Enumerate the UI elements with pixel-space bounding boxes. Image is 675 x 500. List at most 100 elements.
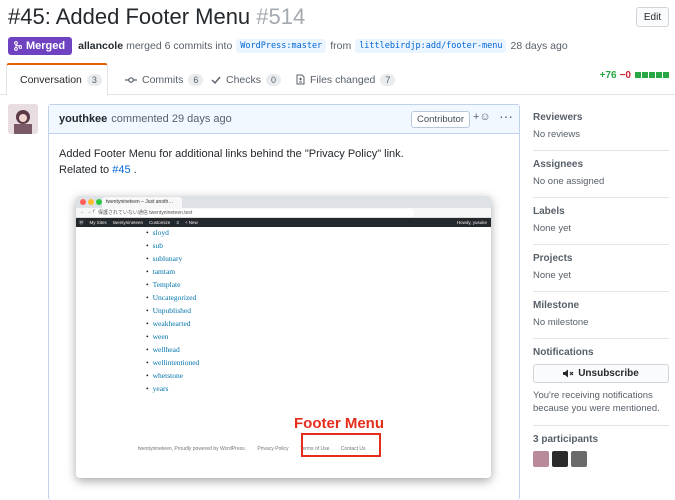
wp-bar-howdy: Howdy, yusuke [456,220,487,225]
unsubscribe-label: Unsubscribe [578,368,639,379]
comment-line-1: Added Footer Menu for additional links b… [59,148,404,160]
file-diff-icon [296,74,305,85]
browser-url: 保護されていない通信 twentynineteen.test [94,209,414,217]
base-branch[interactable]: WordPress:master [236,39,327,53]
issue-link[interactable]: #45 [112,164,130,176]
head-branch[interactable]: littlebirdjp:add/footer-menu [355,39,507,53]
avatar[interactable] [571,451,587,467]
footer-text: twentynineteen, Proudly powered by WordP… [138,446,247,452]
avatar[interactable] [552,451,568,467]
list-item: sub [146,239,199,252]
tab-label: Files changed [310,73,376,86]
sidebar-notifications: Notifications Unsubscribe You're receivi… [533,339,669,426]
list-item: sloyd [146,226,199,239]
comment-body: Added Footer Menu for additional links b… [49,134,519,190]
list-item: Template [146,278,199,291]
diffstat-bar [634,70,669,81]
participant-avatars [533,451,669,467]
tab-counter: 0 [266,73,282,86]
tab-counter: 7 [380,73,396,86]
sidebar-milestone[interactable]: Milestone No milestone [533,292,669,339]
contributor-badge: Contributor [411,111,470,128]
sidebar-title: Notifications [533,347,594,358]
checks-icon [211,76,221,84]
sidebar-assignees[interactable]: Assignees No one assigned [533,151,669,198]
sidebar-value: None yet [533,270,572,281]
avatar[interactable] [8,104,38,134]
merge-time: 28 days ago [510,40,568,52]
list-item: tamtam [146,265,199,278]
tab-counter: 3 [86,74,102,86]
more-options-icon[interactable]: ··· [499,108,513,124]
tab-files-changed[interactable]: Files changed 7 [288,63,403,96]
wp-bar-item: + New [184,220,198,225]
diffstat: +76 −0 [600,70,669,81]
commit-icon [125,76,137,83]
sidebar-title: Milestone [533,300,580,311]
tab-counter: 6 [188,73,204,86]
wp-bar-item: 3 [176,220,179,225]
sidebar-value: None yet [533,223,572,234]
additions-count: +76 [599,70,617,81]
sidebar-value: No reviews [533,129,580,140]
list-item: wellhead [146,343,199,356]
browser-urlbar: ← → ⟳ 保護されていない通信 twentynineteen.test [76,208,491,218]
browser-tab-title: twentynineteen – Just anoth… [102,197,182,208]
tab-checks[interactable]: Checks 0 [203,63,289,96]
tab-conversation[interactable]: Conversation 3 [6,63,108,96]
list-item: ween [146,330,199,343]
sidebar-labels[interactable]: Labels None yet [533,198,669,245]
tab-commits[interactable]: Commits 6 [117,63,211,96]
screenshot-link-list: sloyd sub sublunary tamtam Template Unca… [146,228,200,395]
footer-link: Privacy Policy [257,446,289,452]
tab-label: Conversation [20,74,82,86]
wp-bar-item: My Sites [89,220,107,225]
merge-icon [14,41,22,51]
footer-highlight-box [301,433,381,457]
merged-label: Merged [26,40,66,52]
sidebar-participants: 3 participants [533,426,669,475]
from-text: from [330,40,352,52]
comment-line-2: Related to #45 . [59,162,509,178]
sidebar-title: Assignees [533,159,584,170]
unsubscribe-button[interactable]: Unsubscribe [533,364,669,383]
wp-bar-item: Customize [149,220,171,225]
author-link[interactable]: allancole [78,40,123,52]
list-item: Uncategorized [146,291,199,304]
pr-meta: Merged allancole merged 6 commits into W… [8,37,568,55]
minimize-dot-icon [88,199,94,205]
list-item: wellintentioned [146,356,200,369]
comment-author[interactable]: youthkee [59,113,107,125]
list-item: weakhearted [146,317,199,330]
sidebar-projects[interactable]: Projects None yet [533,245,669,292]
embedded-screenshot[interactable]: twentynineteen – Just anoth… ← → ⟳ 保護されて… [76,196,491,478]
pr-title: #45: Added Footer Menu #514 [8,4,305,30]
tab-label: Commits [142,73,184,86]
avatar[interactable] [533,451,549,467]
related-text: Related to [59,164,110,176]
related-suffix: . [133,164,137,176]
list-item: sublunary [146,252,199,265]
sidebar-title: Labels [533,206,565,217]
merge-action-text: merged 6 commits into [126,40,233,52]
wp-bar-item: twentynineteen [112,220,144,225]
edit-button[interactable]: Edit [636,7,669,27]
sidebar: Reviewers No reviews Assignees No one as… [533,104,669,475]
list-item: Unpublished [146,304,199,317]
list-item: years [146,382,199,395]
sidebar-title: Reviewers [533,112,583,123]
pr-number: #514 [256,4,306,29]
sidebar-title: Projects [533,253,573,264]
notification-reason: You're receiving notifications because y… [533,390,660,414]
sidebar-reviewers[interactable]: Reviewers No reviews [533,104,669,151]
comment-time: commented 29 days ago [111,113,232,125]
wp-logo-icon: Ⓦ [79,219,84,225]
wp-admin-bar: Ⓦ My Sites twentynineteen Customize 3 + … [76,218,491,227]
pr-tabs: Conversation 3 Commits 6 Checks 0 Files … [0,63,675,96]
footer-annotation: Footer Menu [294,415,384,432]
sidebar-value: No one assigned [533,176,605,187]
close-dot-icon [80,199,86,205]
add-reaction-icon[interactable]: +☺ [473,111,491,123]
list-item: whetstone [146,369,199,382]
sidebar-value: No milestone [533,317,589,328]
